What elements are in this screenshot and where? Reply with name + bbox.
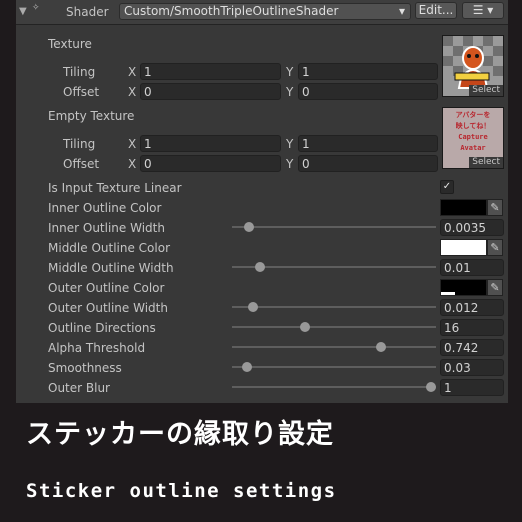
texture-thumbnail[interactable]: Select	[442, 35, 504, 97]
outer-outline-width-slider-handle[interactable]	[247, 302, 258, 312]
chevron-down-icon: ▾	[398, 4, 405, 18]
linear-checkbox[interactable]: ✓	[440, 180, 454, 194]
caption-title: ステッカーの縁取り設定	[26, 419, 334, 450]
capture-text-line: Capture	[458, 133, 488, 141]
empty-texture-tiling-y-label: Y	[286, 137, 294, 151]
outline-directions-label: Outline Directions	[48, 321, 156, 335]
empty-texture-tiling-x-field[interactable]: 1	[140, 135, 281, 152]
caption-subtitle: Sticker outline settings	[26, 480, 337, 502]
empty-texture-tiling-y-field[interactable]: 1	[298, 135, 438, 152]
empty-texture-offset-x-field[interactable]: 0	[140, 155, 281, 172]
empty-texture-offset-y-label: Y	[286, 157, 294, 171]
linear-toggle-label: Is Input Texture Linear	[48, 181, 182, 195]
alpha-bar	[441, 292, 455, 295]
settings-menu-button[interactable]: ☰ ▾	[462, 2, 504, 19]
texture-tiling-x-field[interactable]: 1	[140, 63, 281, 80]
empty-texture-thumbnail[interactable]: アバターを 映してね！ Capture Avatar Select	[442, 107, 504, 169]
inner-outline-width-slider-track[interactable]	[232, 226, 436, 228]
smoothness-field[interactable]: 0.03	[440, 359, 504, 376]
alpha-threshold-label: Alpha Threshold	[48, 341, 146, 355]
empty-texture-select-button[interactable]: Select	[469, 157, 503, 168]
outer-blur-slider-track[interactable]	[232, 386, 436, 388]
empty-texture-tiling-x-label: X	[128, 137, 137, 151]
texture-offset-x-field[interactable]: 0	[140, 83, 281, 100]
foldout-arrow-icon[interactable]: ▼	[19, 5, 27, 19]
capture-text-line: アバターを	[455, 111, 491, 119]
outline-directions-slider-track[interactable]	[232, 326, 436, 328]
shader-dropdown[interactable]: Custom/SmoothTripleOutlineShader ▾	[119, 3, 411, 20]
outer-outline-color-label: Outer Outline Color	[48, 281, 165, 295]
outline-directions-field[interactable]: 16	[440, 319, 504, 336]
empty-texture-offset-y-field[interactable]: 0	[298, 155, 438, 172]
outer-outline-width-slider-track[interactable]	[232, 306, 436, 308]
material-icon: ✧	[32, 3, 40, 13]
capture-text-line: 映してね！	[455, 122, 491, 130]
middle-outline-width-label: Middle Outline Width	[48, 261, 174, 275]
texture-offset-y-field[interactable]: 0	[298, 83, 438, 100]
inner-outline-width-slider-handle[interactable]	[243, 222, 254, 232]
capture-text-line: Avatar	[460, 144, 486, 152]
outer-outline-width-field[interactable]: 0.012	[440, 299, 504, 316]
texture-tiling-y-label: Y	[286, 65, 294, 79]
smoothness-label: Smoothness	[48, 361, 122, 375]
texture-offset-y-label: Y	[286, 85, 294, 99]
middle-outline-color-swatch[interactable]	[440, 239, 487, 256]
texture-select-button[interactable]: Select	[469, 85, 503, 96]
shader-name: Custom/SmoothTripleOutlineShader	[124, 4, 339, 18]
smoothness-slider-handle[interactable]	[241, 362, 252, 372]
texture-tiling-y-field[interactable]: 1	[298, 63, 438, 80]
list-icon: ☰	[472, 3, 484, 17]
outer-outline-width-label: Outer Outline Width	[48, 301, 168, 315]
middle-outline-color-label: Middle Outline Color	[48, 241, 171, 255]
inner-outline-width-field[interactable]: 0.0035	[440, 219, 504, 236]
shader-label: Shader	[66, 5, 109, 19]
alpha-threshold-slider-handle[interactable]	[375, 342, 386, 352]
outer-outline-color-swatch[interactable]	[440, 279, 487, 296]
chevron-down-icon: ▾	[487, 3, 494, 17]
outer-blur-label: Outer Blur	[48, 381, 110, 395]
empty-texture-offset-label: Offset	[63, 157, 100, 171]
outer-blur-slider-handle[interactable]	[426, 382, 436, 392]
inner-outline-width-label: Inner Outline Width	[48, 221, 165, 235]
outer-blur-field[interactable]: 1	[440, 379, 504, 396]
texture-tiling-x-label: X	[128, 65, 137, 79]
alpha-threshold-slider-track[interactable]	[232, 346, 436, 348]
empty-texture-offset-x-label: X	[128, 157, 137, 171]
texture-offset-x-label: X	[128, 85, 137, 99]
middle-outline-width-slider-handle[interactable]	[255, 262, 266, 272]
alpha-threshold-field[interactable]: 0.742	[440, 339, 504, 356]
empty-texture-tiling-label: Tiling	[63, 137, 96, 151]
inner-outline-color-swatch[interactable]	[440, 199, 487, 216]
outline-directions-slider-handle[interactable]	[299, 322, 310, 332]
texture-tiling-label: Tiling	[63, 65, 96, 79]
texture-offset-label: Offset	[63, 85, 100, 99]
empty-texture-label: Empty Texture	[48, 109, 135, 123]
edit-shader-button[interactable]: Edit...	[415, 2, 457, 19]
check-icon: ✓	[442, 181, 452, 192]
eyedropper-icon[interactable]: ✎	[487, 279, 503, 296]
middle-outline-width-field[interactable]: 0.01	[440, 259, 504, 276]
eyedropper-icon[interactable]: ✎	[487, 199, 503, 216]
eyedropper-icon[interactable]: ✎	[487, 239, 503, 256]
shader-header: ▼ ✧ Shader Custom/SmoothTripleOutlineSha…	[16, 0, 508, 25]
inner-outline-color-label: Inner Outline Color	[48, 201, 162, 215]
smoothness-slider-track[interactable]	[232, 366, 436, 368]
material-inspector-panel: ▼ ✧ Shader Custom/SmoothTripleOutlineSha…	[16, 0, 508, 403]
texture-label: Texture	[48, 37, 92, 51]
